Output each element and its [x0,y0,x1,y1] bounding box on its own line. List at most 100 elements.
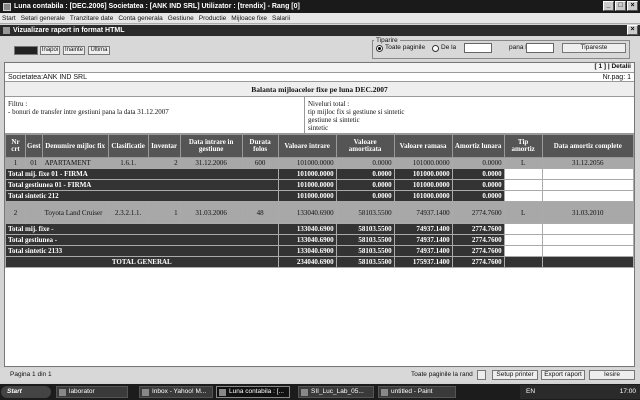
cell-val-am: 0.0000 [335,190,395,202]
taskbar-item[interactable]: untitled - Paint [378,386,456,398]
cell-val-in: 133040.6900 [277,223,337,235]
report-title: Balanta mijloacelor fixe pe luna DEC.200… [5,82,634,97]
taskbar-item[interactable]: Inbox - Yahoo! M... [139,386,213,398]
subtotal-row: Total sintetic 2133 133040.6900 58103.55… [5,245,634,257]
taskbar-item[interactable]: laborator [56,386,128,398]
cell-date-in: 31.12.2006 [179,157,243,169]
cell-val-in: 101000.0000 [277,179,337,191]
menu-setari-generale[interactable]: Setari generale [21,15,65,22]
cell-val-am: 58103.5500 [335,256,395,268]
system-tray: EN 17:00 [520,385,640,399]
cell-am-month: 0.0000 [451,179,505,191]
col-valoare-ramasa: Valoare ramasa [393,134,453,158]
filter-value: - bonuri de transfer intre gestiuni pana… [8,108,169,116]
page-info: Pagina 1 din 1 [10,371,52,378]
subtotal-label: Total gestiunea 01 - FIRMA [5,179,279,191]
cell-val-rem: 175937.1400 [393,256,453,268]
grand-total-row: TOTAL GENERAL 234040.6900 58103.5500 175… [5,256,634,268]
cell-empty [541,245,634,257]
setup-printer-button[interactable]: Setup printer [492,370,538,380]
cell-val-rem: 101000.0000 [393,190,453,202]
cell-val-rem: 74937.1400 [393,245,453,257]
cell-am-month: 2774.7600 [451,245,505,257]
menu-conta-generala[interactable]: Conta generala [118,15,162,22]
fixed-assets-table: Nr crt Gest Denumire mijloc fix Clasific… [5,134,634,268]
cell-am-month: 2774.7600 [451,234,505,246]
all-pages-radio[interactable] [376,45,383,52]
cell-empty [503,190,543,202]
subtotal-label: Total mij. fixe 01 - FIRMA [5,168,279,180]
cell-val-in: 101000.0000 [277,168,337,180]
cell-am-month: 0.0000 [451,157,505,169]
cell-date-full: 31.03.2010 [541,201,634,224]
cell-empty [503,168,543,180]
col-amortiz-lunara: Amortiz lunara [451,134,505,158]
cell-val-rem: 74937.1400 [393,234,453,246]
cell-am-month: 2774.7600 [451,223,505,235]
print-button[interactable]: Tipareste [562,43,626,53]
back-button[interactable]: Inapoi [40,46,60,55]
cell-empty [503,223,543,235]
cell-clas: 1.6.1. [107,157,149,169]
cell-val-rem: 101000.0000 [393,179,453,191]
from-page-input[interactable] [464,43,492,53]
export-report-button[interactable]: Export raport [541,370,585,380]
menu-productie[interactable]: Productie [199,15,226,22]
window-title: Luna contabila : [DEC.2006] Societatea :… [14,3,300,10]
cell-val-am: 0.0000 [335,157,395,169]
report-page-details-link[interactable]: [ 1 ] | Detalii [5,63,634,72]
cell-val-rem: 74937.1400 [393,201,453,224]
minimize-button[interactable]: _ [603,1,614,11]
table-row: 2 Toyota Land Cruiser 2.3.2.1.1. 1 31.03… [5,201,634,224]
filter-label: Filtru : [8,100,28,108]
all-pages-label: Toate paginile [385,44,426,51]
cell-val-rem: 101000.0000 [393,157,453,169]
child-close-button[interactable]: × [627,25,638,35]
cell-empty [541,168,634,180]
cell-val-in: 234040.6900 [277,256,337,268]
cell-empty [503,256,543,268]
exit-button[interactable]: Iesire [589,370,635,380]
page-range-radio[interactable] [432,45,439,52]
maximize-button[interactable]: □ [615,1,626,11]
col-durata: Durata folos [241,134,279,158]
levels-line-3: sintetic [308,124,329,132]
first-page-button[interactable] [14,46,38,55]
cell-nr: 1 [5,157,26,169]
menu-mijloace-fixe[interactable]: Mijloace fixe [231,15,267,22]
subtotal-row: Total mij. fixe - 133040.6900 58103.5500… [5,223,634,235]
taskbar-item[interactable]: Luna contabila : [... [216,386,290,398]
cell-val-in: 101000.0000 [277,157,337,169]
grand-total-label: TOTAL GENERAL [5,256,279,268]
menu-bar: Start Setari generale Tranzitare date Co… [0,13,640,24]
to-page-input[interactable] [526,43,554,53]
start-button[interactable]: Start [1,386,51,398]
table-header-row: Nr crt Gest Denumire mijloc fix Clasific… [5,134,634,158]
menu-salarii[interactable]: Salarii [272,15,290,22]
col-inventar: Inventar [147,134,181,158]
cell-empty [541,190,634,202]
cell-am-month: 0.0000 [451,168,505,180]
cell-name: Toyota Land Cruiser [41,201,109,224]
close-button[interactable]: × [627,1,638,11]
status-bar: Pagina 1 din 1 Toate paginile la rand Se… [0,368,640,382]
col-gest: Gest [25,134,43,158]
last-page-button[interactable]: Ultima [88,46,110,55]
report-toolbar: Inapoi Inainte Ultima Tiparire Toate pag… [0,37,640,61]
levels-line-2: gestiune si sintetic [308,116,360,124]
cell-tip: L [503,157,543,169]
taskbar-item[interactable]: SII_Luc_Lab_05... [298,386,374,398]
menu-gestiune[interactable]: Gestiune [168,15,194,22]
cell-empty [541,234,634,246]
cell-date-in: 31.03.2006 [179,201,243,224]
menu-start[interactable]: Start [2,15,16,22]
print-group-legend: Tiparire [374,37,400,44]
forward-button[interactable]: Inainte [63,46,85,55]
language-indicator[interactable]: EN [526,388,535,395]
clock: 17:00 [619,388,636,395]
subtotal-row: Total sintetic 212 101000.0000 0.0000 10… [5,190,634,202]
menu-tranzitare-date[interactable]: Tranzitare date [70,15,113,22]
all-pages-in-row-checkbox[interactable] [477,370,486,380]
report-header: Societatea:ANK IND SRL Nr.pag: 1 [5,72,634,82]
report-window-icon [3,27,10,34]
